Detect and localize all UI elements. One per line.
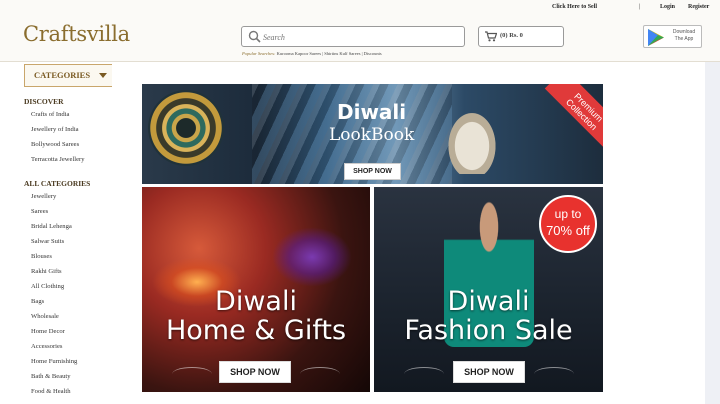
fashion-sale-line2: Fashion Sale: [404, 315, 573, 346]
lookbook-title-line1: Diwali: [337, 100, 407, 124]
home-gifts-banner[interactable]: Diwali Home & Gifts SHOP NOW: [142, 187, 370, 392]
jewellery-image: [148, 90, 224, 166]
fashion-sale-banner[interactable]: up to 70% off Diwali Fashion Sale SHOP N…: [374, 187, 603, 392]
sidebar-item-terracotta-jewellery[interactable]: Terracotta Jewellery: [31, 156, 85, 163]
home-gifts-line2: Home & Gifts: [165, 315, 347, 346]
decorative-swirl: [534, 367, 574, 381]
search-input[interactable]: [263, 30, 458, 44]
cart-summary: (0) Rs. 0: [500, 32, 523, 39]
chevron-down-icon: [99, 73, 107, 78]
sidebar-item-accessories[interactable]: Accessories: [31, 343, 63, 350]
premium-collection-label: Premium Collection: [563, 91, 603, 133]
sidebar-item-jewellery-of-india[interactable]: Jewellery of India: [31, 126, 79, 133]
categories-label: CATEGORIES: [34, 70, 91, 80]
decorative-swirl: [300, 367, 340, 381]
home-gifts-line1: Diwali: [215, 286, 297, 317]
popular-searches-label: Popular Searches:: [242, 51, 276, 56]
decorative-swirl: [404, 367, 444, 381]
cart-icon: [485, 31, 497, 42]
candle-image: [272, 227, 352, 287]
fashion-sale-line1: Diwali: [447, 286, 530, 317]
sidebar-item-sarees[interactable]: Sarees: [31, 208, 48, 215]
home-gifts-shop-now-button[interactable]: SHOP NOW: [219, 361, 291, 383]
cart-button[interactable]: (0) Rs. 0: [478, 26, 564, 47]
discover-heading: DISCOVER: [24, 97, 64, 106]
shoe-image: [442, 104, 502, 174]
sidebar-item-crafts-of-india[interactable]: Crafts of India: [31, 111, 69, 118]
fashion-sale-title: Diwali Fashion Sale: [374, 287, 603, 345]
popular-searches-links[interactable]: Kurooma Kapoor Sarees | Shirtins Kulf Sa…: [277, 51, 382, 56]
download-app-line2: The App: [674, 36, 694, 42]
register-link[interactable]: Register: [688, 4, 709, 10]
categories-dropdown[interactable]: CATEGORIES: [24, 64, 116, 87]
download-app-line1: Download: [672, 29, 696, 35]
decorative-swirl: [172, 367, 212, 381]
popular-searches: Popular Searches: Kurooma Kapoor Sarees …: [242, 51, 382, 56]
sidebar-item-home-decor[interactable]: Home Decor: [31, 328, 65, 335]
sidebar-item-home-furnishing[interactable]: Home Furnishing: [31, 358, 77, 365]
header-separator: |: [639, 4, 641, 10]
site-logo[interactable]: Craftsvilla: [23, 22, 130, 46]
discount-badge-line2: 70% off: [546, 223, 590, 238]
sidebar-item-wholesale[interactable]: Wholesale: [31, 313, 59, 320]
sidebar-item-salwar-suits[interactable]: Salwar Suits: [31, 238, 64, 245]
search-icon: [248, 30, 261, 43]
sidebar-item-jewellery[interactable]: Jewellery: [31, 193, 56, 200]
play-store-icon: [648, 29, 664, 46]
right-gutter: [705, 62, 720, 404]
search-box[interactable]: [241, 26, 465, 47]
discount-badge: up to 70% off: [539, 195, 597, 253]
home-gifts-title: Diwali Home & Gifts: [142, 287, 370, 345]
sidebar-item-bags[interactable]: Bags: [31, 298, 44, 305]
download-app-text: Download The App: [667, 29, 701, 43]
download-app-button[interactable]: Download The App: [643, 25, 702, 48]
sidebar-item-bridal-lehenga[interactable]: Bridal Lehenga: [31, 223, 72, 230]
header: Click Here to Sell | Login Register Craf…: [0, 0, 720, 62]
sidebar-item-blouses[interactable]: Blouses: [31, 253, 52, 260]
sidebar-item-bollywood-sarees[interactable]: Bollywood Sarees: [31, 141, 79, 148]
click-here-to-sell-link[interactable]: Click Here to Sell: [552, 4, 597, 10]
sidebar-item-rakhi-gifts[interactable]: Rakhi Gifts: [31, 268, 62, 275]
sidebar-item-food-health[interactable]: Food & Health: [31, 388, 71, 395]
login-link[interactable]: Login: [660, 4, 675, 10]
lookbook-banner[interactable]: Diwali LookBook SHOP NOW Premium Collect…: [142, 84, 603, 184]
sidebar-item-all-clothing[interactable]: All Clothing: [31, 283, 64, 290]
discount-badge-line1: up to: [554, 207, 582, 221]
sidebar-item-bath-beauty[interactable]: Bath & Beauty: [31, 373, 71, 380]
fashion-sale-shop-now-button[interactable]: SHOP NOW: [453, 361, 525, 383]
lookbook-title-line2: LookBook: [329, 125, 415, 145]
all-categories-heading: ALL CATEGORIES: [24, 179, 91, 188]
lookbook-shop-now-button[interactable]: SHOP NOW: [344, 163, 401, 180]
